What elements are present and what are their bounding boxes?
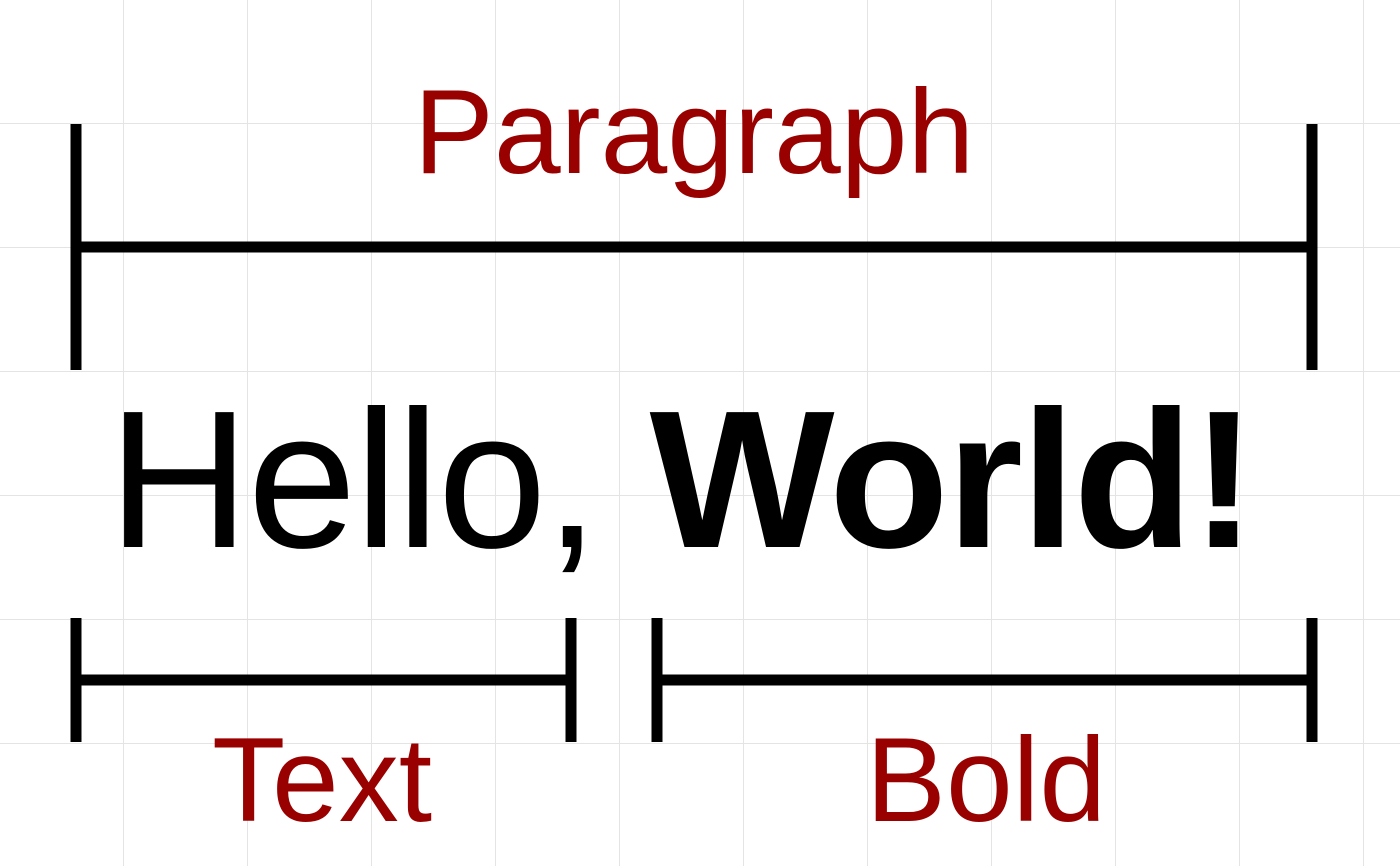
bold-text-span: World!	[649, 370, 1257, 589]
text-label: Text	[211, 713, 433, 847]
paragraph-label: Paragraph	[413, 65, 975, 199]
sample-sentence: Hello, World!	[108, 382, 1256, 578]
plain-text-span: Hello,	[108, 370, 650, 589]
diagram-canvas: Paragraph Hello, World! Text Bold	[0, 0, 1400, 866]
bold-label: Bold	[865, 713, 1107, 847]
